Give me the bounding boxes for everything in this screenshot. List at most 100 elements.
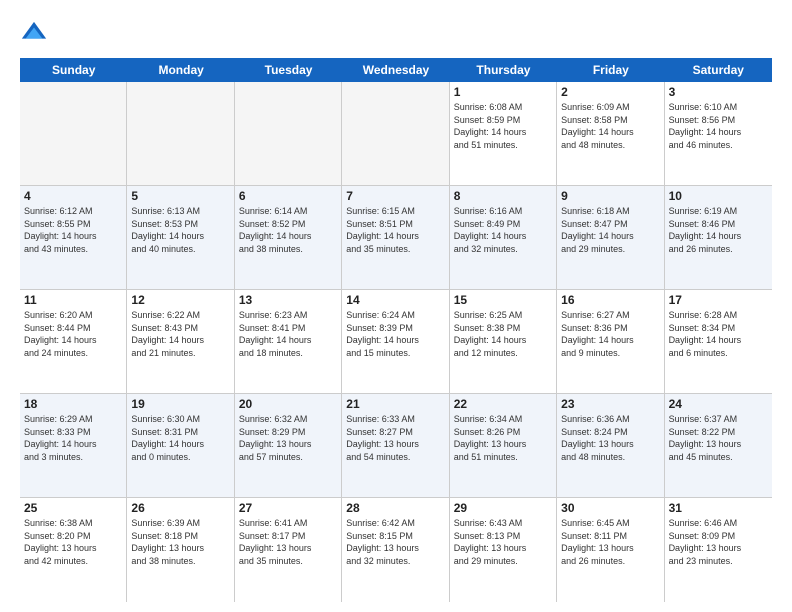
calendar-header-day: Sunday: [20, 58, 127, 82]
calendar-day-cell: 17 Sunrise: 6:28 AM Sunset: 8:34 PM Dayli…: [665, 290, 772, 393]
calendar-day-cell: 14Sunrise: 6:24 AM Sunset: 8:39 PM Dayli…: [342, 290, 449, 393]
day-number: 20: [239, 397, 337, 411]
day-number: 28: [346, 501, 444, 515]
calendar-day-cell: 24Sunrise: 6:37 AM Sunset: 8:22 PM Dayli…: [665, 394, 772, 497]
calendar-header-day: Tuesday: [235, 58, 342, 82]
calendar: SundayMondayTuesdayWednesdayThursdayFrid…: [20, 58, 772, 602]
day-number: 31: [669, 501, 768, 515]
day-info: Sunrise: 6:13 AM Sunset: 8:53 PM Dayligh…: [131, 205, 229, 255]
calendar-day-cell: 2 Sunrise: 6:09 AM Sunset: 8:58 PM Daylig…: [557, 82, 664, 185]
calendar-header-day: Friday: [557, 58, 664, 82]
day-number: 13: [239, 293, 337, 307]
day-number: 29: [454, 501, 552, 515]
calendar-day-cell: 13 Sunrise: 6:23 AM Sunset: 8:41 PM Dayli…: [235, 290, 342, 393]
day-info: Sunrise: 6:28 AM Sunset: 8:34 PM Dayligh…: [669, 309, 768, 359]
day-info: Sunrise: 6:29 AM Sunset: 8:33 PM Dayligh…: [24, 413, 122, 463]
day-number: 3: [669, 85, 768, 99]
day-info: Sunrise: 6:20 AM Sunset: 8:44 PM Dayligh…: [24, 309, 122, 359]
calendar-day-cell: 19Sunrise: 6:30 AM Sunset: 8:31 PM Dayli…: [127, 394, 234, 497]
day-info: Sunrise: 6:25 AM Sunset: 8:38 PM Dayligh…: [454, 309, 552, 359]
calendar-header-day: Wednesday: [342, 58, 449, 82]
day-info: Sunrise: 6:16 AM Sunset: 8:49 PM Dayligh…: [454, 205, 552, 255]
day-number: 27: [239, 501, 337, 515]
day-info: Sunrise: 6:43 AM Sunset: 8:13 PM Dayligh…: [454, 517, 552, 567]
calendar-day-cell: 11 Sunrise: 6:20 AM Sunset: 8:44 PM Dayli…: [20, 290, 127, 393]
logo-icon: [20, 20, 48, 48]
calendar-header: SundayMondayTuesdayWednesdayThursdayFrid…: [20, 58, 772, 82]
day-number: 24: [669, 397, 768, 411]
calendar-day-cell: 3 Sunrise: 6:10 AM Sunset: 8:56 PM Daylig…: [665, 82, 772, 185]
calendar-day-cell: 21 Sunrise: 6:33 AM Sunset: 8:27 PM Dayli…: [342, 394, 449, 497]
calendar-day-cell: 26 Sunrise: 6:39 AM Sunset: 8:18 PM Dayli…: [127, 498, 234, 602]
day-number: 21: [346, 397, 444, 411]
calendar-day-cell: 22 Sunrise: 6:34 AM Sunset: 8:26 PM Dayli…: [450, 394, 557, 497]
calendar-day-cell: 31Sunrise: 6:46 AM Sunset: 8:09 PM Dayli…: [665, 498, 772, 602]
day-info: Sunrise: 6:39 AM Sunset: 8:18 PM Dayligh…: [131, 517, 229, 567]
calendar-day-cell: 23 Sunrise: 6:36 AM Sunset: 8:24 PM Dayli…: [557, 394, 664, 497]
day-number: 23: [561, 397, 659, 411]
calendar-empty-cell: [20, 82, 127, 185]
day-number: 10: [669, 189, 768, 203]
calendar-header-day: Saturday: [665, 58, 772, 82]
calendar-empty-cell: [127, 82, 234, 185]
day-number: 11: [24, 293, 122, 307]
calendar-row: 18Sunrise: 6:29 AM Sunset: 8:33 PM Dayli…: [20, 394, 772, 498]
calendar-day-cell: 6Sunrise: 6:14 AM Sunset: 8:52 PM Daylig…: [235, 186, 342, 289]
calendar-day-cell: 12Sunrise: 6:22 AM Sunset: 8:43 PM Dayli…: [127, 290, 234, 393]
day-info: Sunrise: 6:08 AM Sunset: 8:59 PM Dayligh…: [454, 101, 552, 151]
day-info: Sunrise: 6:10 AM Sunset: 8:56 PM Dayligh…: [669, 101, 768, 151]
calendar-day-cell: 7Sunrise: 6:15 AM Sunset: 8:51 PM Daylig…: [342, 186, 449, 289]
header: [20, 16, 772, 48]
day-info: Sunrise: 6:14 AM Sunset: 8:52 PM Dayligh…: [239, 205, 337, 255]
day-info: Sunrise: 6:22 AM Sunset: 8:43 PM Dayligh…: [131, 309, 229, 359]
calendar-header-day: Thursday: [450, 58, 557, 82]
calendar-day-cell: 16 Sunrise: 6:27 AM Sunset: 8:36 PM Dayli…: [557, 290, 664, 393]
calendar-day-cell: 1Sunrise: 6:08 AM Sunset: 8:59 PM Daylig…: [450, 82, 557, 185]
calendar-empty-cell: [235, 82, 342, 185]
calendar-day-cell: 4 Sunrise: 6:12 AM Sunset: 8:55 PM Daylig…: [20, 186, 127, 289]
day-number: 17: [669, 293, 768, 307]
calendar-header-day: Monday: [127, 58, 234, 82]
calendar-row: 4 Sunrise: 6:12 AM Sunset: 8:55 PM Daylig…: [20, 186, 772, 290]
day-info: Sunrise: 6:27 AM Sunset: 8:36 PM Dayligh…: [561, 309, 659, 359]
day-info: Sunrise: 6:36 AM Sunset: 8:24 PM Dayligh…: [561, 413, 659, 463]
calendar-day-cell: 10 Sunrise: 6:19 AM Sunset: 8:46 PM Dayli…: [665, 186, 772, 289]
day-number: 14: [346, 293, 444, 307]
day-info: Sunrise: 6:19 AM Sunset: 8:46 PM Dayligh…: [669, 205, 768, 255]
day-number: 30: [561, 501, 659, 515]
day-info: Sunrise: 6:38 AM Sunset: 8:20 PM Dayligh…: [24, 517, 122, 567]
calendar-day-cell: 9Sunrise: 6:18 AM Sunset: 8:47 PM Daylig…: [557, 186, 664, 289]
day-number: 8: [454, 189, 552, 203]
calendar-row: 1Sunrise: 6:08 AM Sunset: 8:59 PM Daylig…: [20, 82, 772, 186]
calendar-empty-cell: [342, 82, 449, 185]
calendar-row: 25Sunrise: 6:38 AM Sunset: 8:20 PM Dayli…: [20, 498, 772, 602]
calendar-day-cell: 20Sunrise: 6:32 AM Sunset: 8:29 PM Dayli…: [235, 394, 342, 497]
day-number: 16: [561, 293, 659, 307]
calendar-day-cell: 15 Sunrise: 6:25 AM Sunset: 8:38 PM Dayli…: [450, 290, 557, 393]
day-info: Sunrise: 6:12 AM Sunset: 8:55 PM Dayligh…: [24, 205, 122, 255]
day-number: 19: [131, 397, 229, 411]
calendar-day-cell: 18Sunrise: 6:29 AM Sunset: 8:33 PM Dayli…: [20, 394, 127, 497]
calendar-day-cell: 28Sunrise: 6:42 AM Sunset: 8:15 PM Dayli…: [342, 498, 449, 602]
calendar-day-cell: 5 Sunrise: 6:13 AM Sunset: 8:53 PM Daylig…: [127, 186, 234, 289]
day-number: 5: [131, 189, 229, 203]
day-number: 15: [454, 293, 552, 307]
day-number: 9: [561, 189, 659, 203]
day-info: Sunrise: 6:33 AM Sunset: 8:27 PM Dayligh…: [346, 413, 444, 463]
logo: [20, 20, 52, 48]
day-number: 4: [24, 189, 122, 203]
calendar-body: 1Sunrise: 6:08 AM Sunset: 8:59 PM Daylig…: [20, 82, 772, 602]
day-info: Sunrise: 6:41 AM Sunset: 8:17 PM Dayligh…: [239, 517, 337, 567]
day-info: Sunrise: 6:45 AM Sunset: 8:11 PM Dayligh…: [561, 517, 659, 567]
calendar-row: 11 Sunrise: 6:20 AM Sunset: 8:44 PM Dayli…: [20, 290, 772, 394]
calendar-day-cell: 25Sunrise: 6:38 AM Sunset: 8:20 PM Dayli…: [20, 498, 127, 602]
day-info: Sunrise: 6:09 AM Sunset: 8:58 PM Dayligh…: [561, 101, 659, 151]
day-info: Sunrise: 6:23 AM Sunset: 8:41 PM Dayligh…: [239, 309, 337, 359]
day-info: Sunrise: 6:34 AM Sunset: 8:26 PM Dayligh…: [454, 413, 552, 463]
calendar-day-cell: 8 Sunrise: 6:16 AM Sunset: 8:49 PM Daylig…: [450, 186, 557, 289]
calendar-day-cell: 30 Sunrise: 6:45 AM Sunset: 8:11 PM Dayli…: [557, 498, 664, 602]
day-number: 2: [561, 85, 659, 99]
day-number: 7: [346, 189, 444, 203]
day-number: 22: [454, 397, 552, 411]
day-number: 26: [131, 501, 229, 515]
